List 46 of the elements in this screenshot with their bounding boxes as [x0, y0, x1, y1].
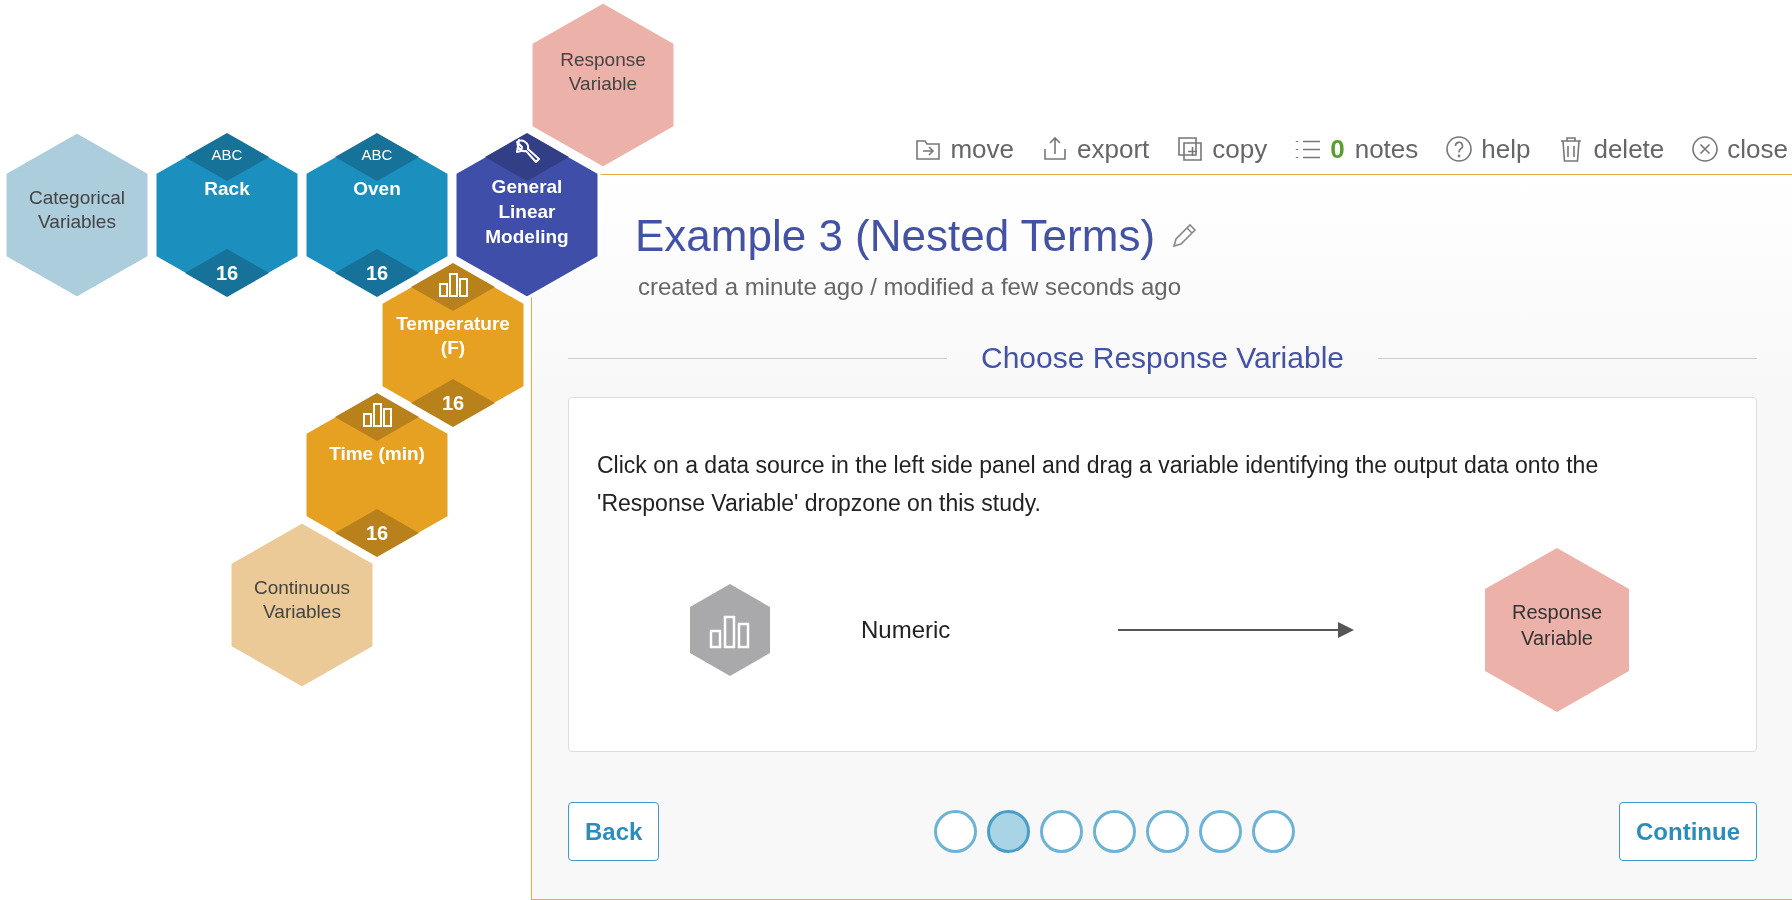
tile-label: Oven [352, 177, 402, 201]
toolbar-button[interactable]: delete [1557, 133, 1665, 165]
section-heading: Choose Response Variable [981, 341, 1344, 375]
close-icon [1691, 135, 1720, 163]
tile-label: Time (min) [328, 442, 426, 466]
step-indicator[interactable] [1198, 810, 1242, 853]
tile-label: Response Variable [559, 48, 647, 96]
timestamp-text: created a minute ago / modified a few seconds ago [637, 273, 1182, 301]
instruction-text: Click on a data source in the left side panel and drag a variable identifying the output data onto the 'Response Variable' dropzone on this study. [597, 451, 1600, 518]
step-indicator[interactable] [986, 810, 1030, 853]
toolbar-button[interactable]: move [914, 133, 1015, 165]
bar-chart-hexagon-icon [689, 583, 771, 677]
tile-label: General Linear Modeling [484, 175, 570, 249]
back-button[interactable]: Back [568, 802, 660, 861]
step-indicator[interactable] [1145, 810, 1189, 853]
tile-label: Temperature (F) [395, 312, 511, 360]
step-indicator[interactable] [933, 810, 977, 853]
count-label: 16 [365, 262, 389, 285]
type-label: ABC [361, 146, 393, 163]
toolbar-button[interactable]: close [1691, 133, 1788, 165]
help-icon [1445, 135, 1474, 163]
copy-icon [1176, 135, 1205, 163]
hexagon-tile[interactable] [303, 130, 451, 300]
bar-chart-icon [438, 272, 470, 298]
continue-button[interactable]: Continue [1619, 802, 1757, 861]
count-label: 16 [441, 392, 465, 415]
dropzone-hexagon[interactable] [1484, 547, 1630, 713]
type-label: ABC [211, 146, 243, 163]
step-indicator[interactable] [1251, 810, 1295, 853]
tile-label: Rack [203, 177, 251, 201]
bar-chart-icon [362, 402, 394, 428]
count-label: 16 [215, 262, 239, 285]
toolbar-button[interactable]: help [1445, 133, 1531, 165]
tile-label: Categorical Variables [27, 186, 127, 234]
data-type-label: Numeric [861, 616, 952, 644]
toolbar-button[interactable]: export [1041, 133, 1150, 165]
notes-button[interactable]: 0 notes [1294, 133, 1419, 165]
hexagon-tile[interactable] [153, 130, 301, 300]
step-indicator[interactable] [1039, 810, 1083, 853]
step-indicator[interactable] [1092, 810, 1136, 853]
count-label: 16 [365, 522, 389, 545]
toolbar-button[interactable]: copy [1176, 133, 1268, 165]
study-title: Example 3 (Nested Terms) [635, 211, 1156, 261]
tile-label: Continuous Variables [252, 576, 352, 624]
dropzone-label: Response Variable [1510, 600, 1604, 651]
wrench-icon [513, 136, 543, 166]
